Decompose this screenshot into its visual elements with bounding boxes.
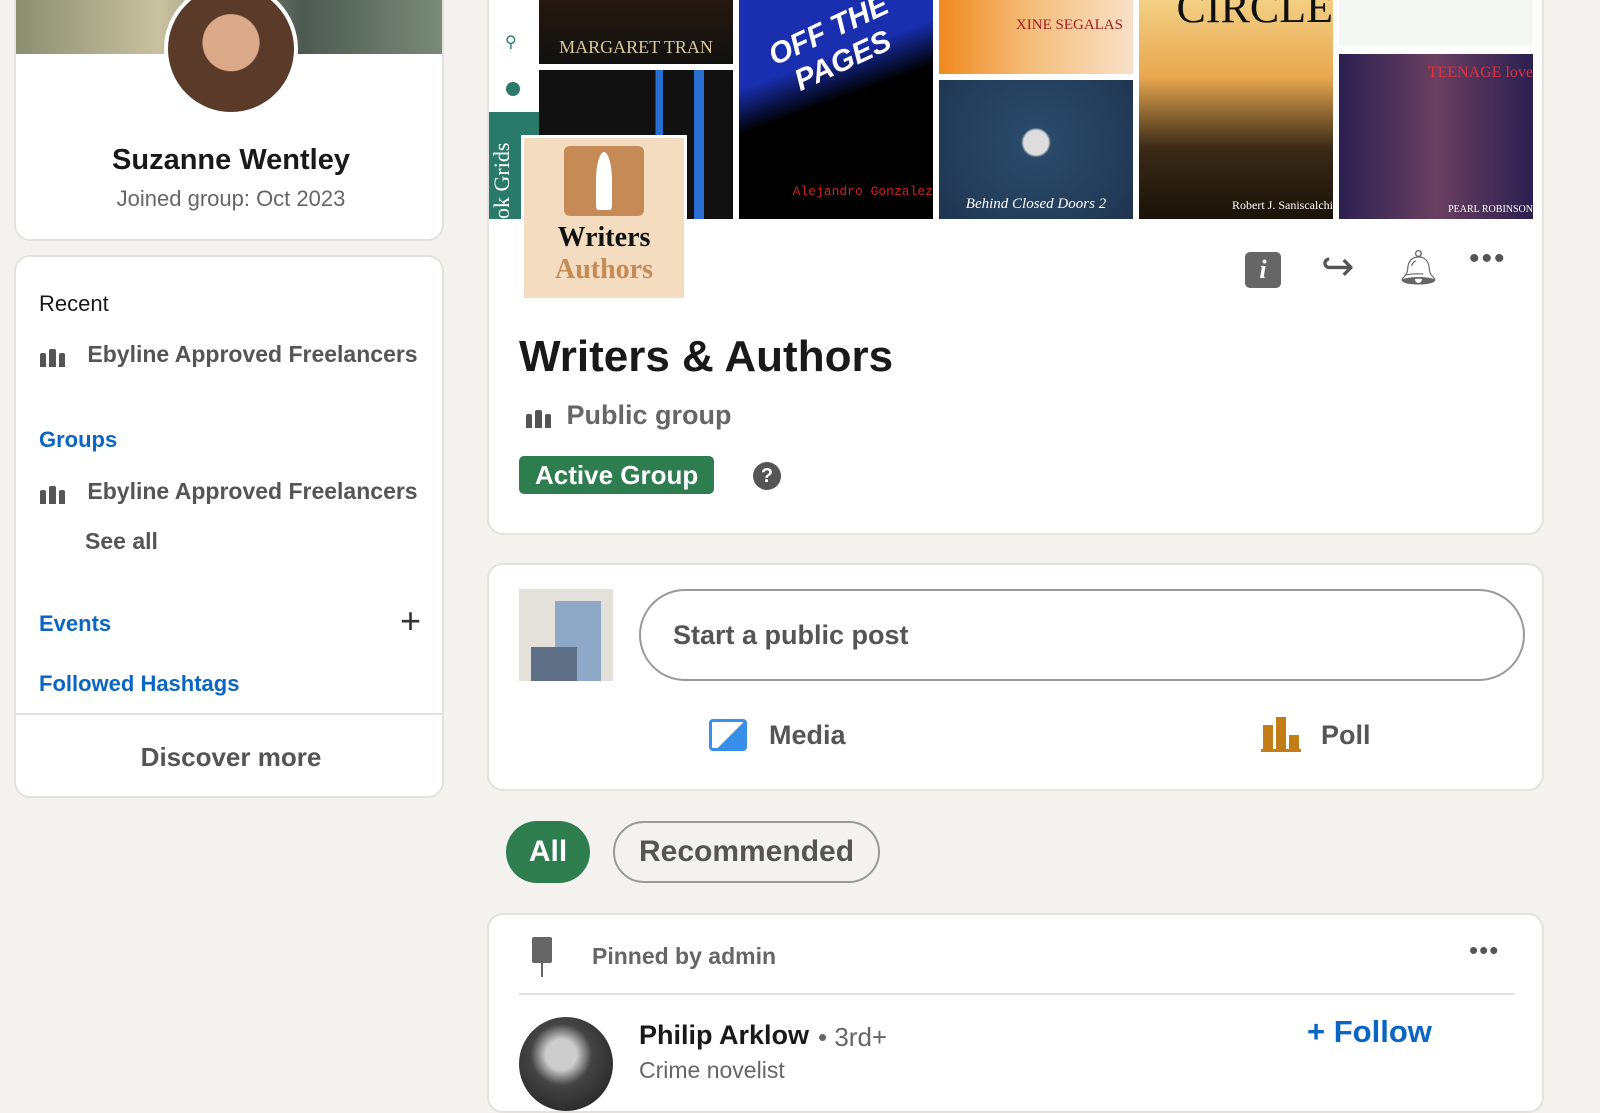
post-card: Pinned by admin ••• Philip Arklow • 3rd+… xyxy=(487,913,1544,1113)
book-cover: Behind Closed Doors 2 xyxy=(939,80,1133,219)
group-item[interactable]: Ebyline Approved Freelancers xyxy=(39,478,418,505)
filter-all[interactable]: All xyxy=(506,821,590,883)
groups-link[interactable]: Groups xyxy=(39,427,117,453)
recent-item[interactable]: Ebyline Approved Freelancers xyxy=(39,341,418,368)
plus-icon: + xyxy=(1307,1014,1326,1049)
profile-name[interactable]: Suzanne Wentley xyxy=(16,144,442,177)
share-icon[interactable]: ↪ xyxy=(1321,244,1355,290)
image-icon xyxy=(709,719,747,751)
book-cover: MARGARET TRAN xyxy=(539,0,733,64)
author-avatar[interactable] xyxy=(519,1017,613,1111)
discover-more-button[interactable]: Discover more xyxy=(16,742,442,773)
start-post-input[interactable]: Start a public post xyxy=(639,589,1525,681)
book-cover: OFF THE PAGES Alejandro Gonzalez xyxy=(739,0,933,219)
group-icon xyxy=(39,482,65,504)
events-link[interactable]: Events xyxy=(39,611,111,637)
group-icon xyxy=(525,406,551,428)
divider xyxy=(519,993,1515,995)
book-cover: TEENAGE love PEARL ROBINSON xyxy=(1339,54,1533,219)
author-name[interactable]: Philip Arklow xyxy=(639,1020,809,1051)
filter-recommended[interactable]: Recommended xyxy=(613,821,880,883)
groups-nav-card: Recent Ebyline Approved Freelancers Grou… xyxy=(14,255,444,798)
joined-date: Joined group: Oct 2023 xyxy=(116,186,346,211)
post-options-icon[interactable]: ••• xyxy=(1469,935,1499,966)
info-icon[interactable]: i xyxy=(1245,252,1281,288)
more-options-icon[interactable]: ••• xyxy=(1469,242,1507,276)
poll-icon xyxy=(1261,717,1301,752)
compass-icon xyxy=(506,82,520,96)
connection-degree: • 3rd+ xyxy=(818,1022,888,1052)
book-cover: — xyxy=(1339,0,1533,46)
book-cover: CIRCLE Robert J. Saniscalchi xyxy=(1139,0,1333,219)
active-group-badge: Active Group xyxy=(519,456,715,494)
pin-icon xyxy=(527,937,557,977)
user-avatar xyxy=(519,589,613,681)
group-logo: Writers Authors xyxy=(521,135,687,301)
author-headline: Crime novelist xyxy=(639,1057,785,1083)
help-icon[interactable]: ? xyxy=(753,462,781,490)
group-header-card: ⚲ ok Grids MARGARET TRAN OFF THE PAGES A… xyxy=(487,0,1544,535)
pinned-label: Pinned by admin xyxy=(592,943,777,969)
see-all-link[interactable]: See all xyxy=(85,528,158,555)
group-icon xyxy=(39,345,65,367)
recent-label: Recent xyxy=(39,291,109,316)
follow-button[interactable]: + Follow xyxy=(1307,1014,1432,1050)
group-title: Writers & Authors xyxy=(519,332,894,381)
quill-book-icon xyxy=(564,146,644,216)
search-icon: ⚲ xyxy=(505,34,517,51)
add-event-icon[interactable]: + xyxy=(400,603,421,639)
book-cover: XINE SEGALAS xyxy=(939,0,1133,74)
post-composer-card: Start a public post Media Poll xyxy=(487,563,1544,791)
avatar[interactable] xyxy=(164,0,298,116)
media-button[interactable]: Media xyxy=(709,710,846,760)
poll-button[interactable]: Poll xyxy=(1261,710,1371,760)
profile-card: Suzanne Wentley Joined group: Oct 2023 xyxy=(14,0,444,241)
followed-hashtags-link[interactable]: Followed Hashtags xyxy=(39,671,239,697)
divider xyxy=(16,713,442,715)
bell-icon[interactable]: 🔔︎ xyxy=(1397,248,1440,288)
group-visibility: Public group xyxy=(525,400,732,431)
